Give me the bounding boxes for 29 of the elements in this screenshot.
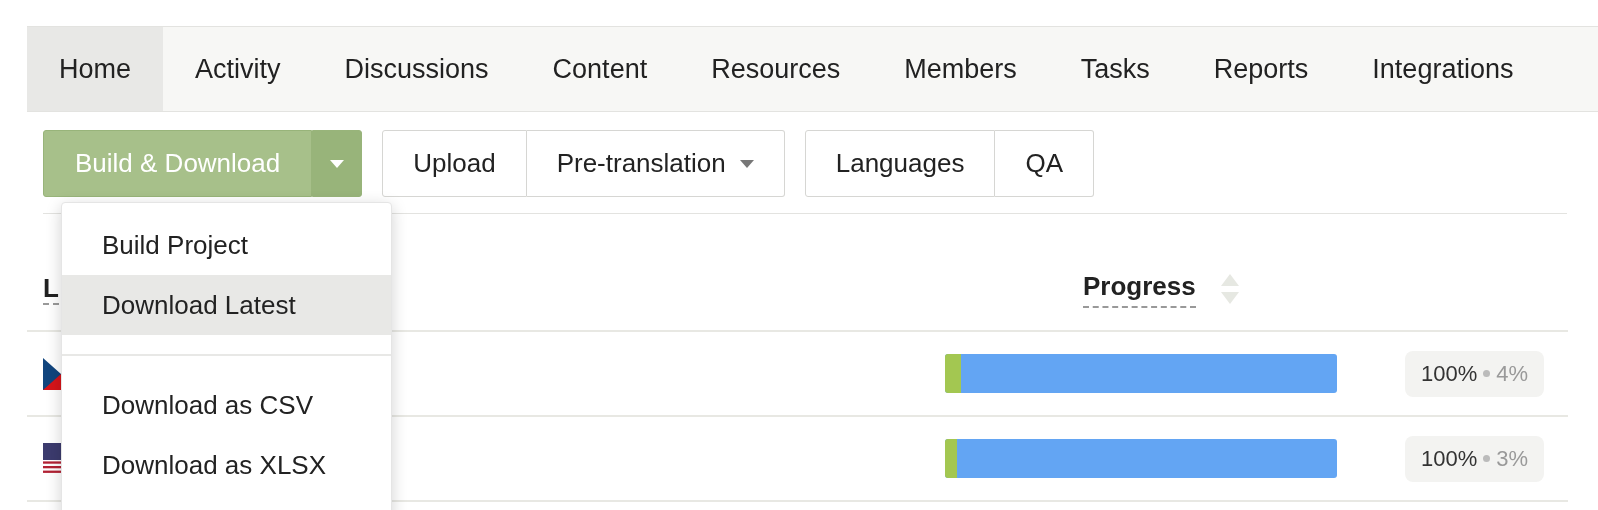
- toolbar-button[interactable]: Upload: [382, 130, 527, 197]
- translated-percent: 100%: [1421, 360, 1478, 388]
- nav-tab[interactable]: Reports: [1181, 27, 1341, 111]
- menu-item[interactable]: Download as CSV: [62, 375, 391, 435]
- caret-icon: [739, 159, 754, 168]
- approved-percent: 4%: [1496, 360, 1529, 388]
- approved-percent: 3%: [1496, 445, 1529, 473]
- nav-tab[interactable]: Members: [872, 27, 1049, 111]
- dropdown-button[interactable]: Pre-translation: [526, 130, 785, 197]
- nav-tab[interactable]: Tasks: [1048, 27, 1182, 111]
- translated-percent: 100%: [1421, 445, 1478, 473]
- flag-icon: [43, 442, 61, 475]
- nav-tab[interactable]: Activity: [163, 27, 313, 111]
- sort-icon[interactable]: [1220, 274, 1239, 306]
- menu-item[interactable]: Build Project: [62, 215, 391, 275]
- nav-tab[interactable]: Resources: [679, 27, 873, 111]
- nav-tab[interactable]: Home: [27, 27, 164, 111]
- toolbar-button[interactable]: Languages: [804, 130, 996, 197]
- caret-icon: [330, 159, 345, 168]
- column-header[interactable]: L: [43, 273, 59, 305]
- nav-tab[interactable]: Discussions: [312, 27, 521, 111]
- menu-item[interactable]: Download Latest: [62, 275, 391, 335]
- nav-tab[interactable]: Content: [520, 27, 680, 111]
- nav-tab[interactable]: Integrations: [1340, 27, 1546, 111]
- column-header[interactable]: Progress: [1083, 267, 1196, 308]
- toolbar-button[interactable]: QA: [995, 130, 1094, 197]
- dropdown-toggle[interactable]: [312, 130, 363, 197]
- flag-icon: [43, 357, 61, 390]
- menu-item[interactable]: Download as XLSX: [62, 435, 391, 495]
